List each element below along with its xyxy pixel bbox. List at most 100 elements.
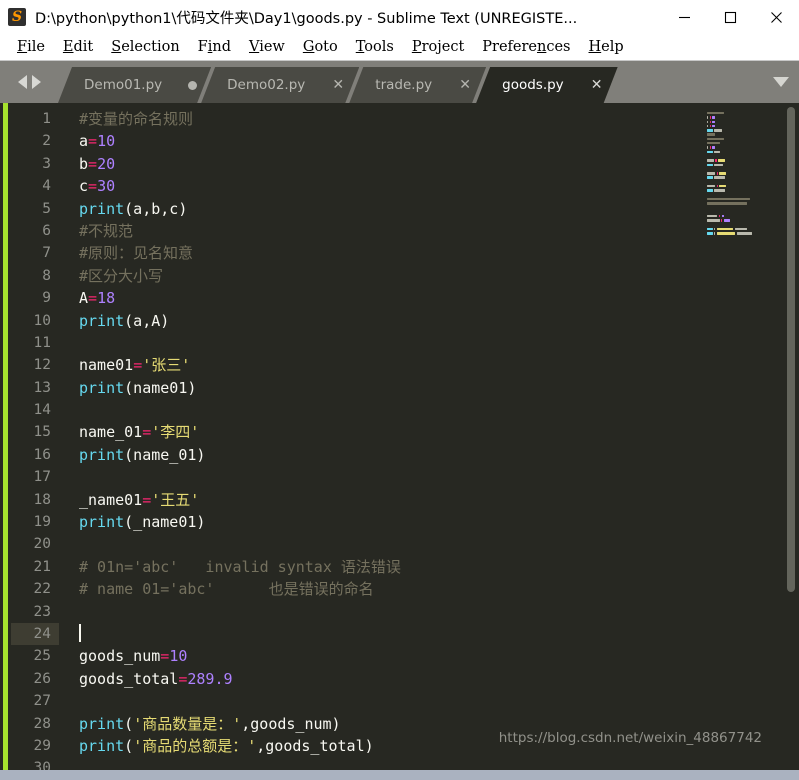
code-token: =	[88, 289, 98, 308]
code-line[interactable]: 13 print(name01)	[11, 377, 799, 399]
code-line[interactable]: 11	[11, 332, 799, 354]
menu-item-goto[interactable]: Goto	[294, 39, 347, 55]
arrow-left-icon[interactable]	[17, 75, 27, 89]
scrollbar-thumb[interactable]	[787, 107, 795, 592]
code-line[interactable]: 30	[11, 757, 799, 770]
menu-mnemonic: E	[62, 39, 74, 55]
menu-item-file[interactable]: File	[8, 39, 54, 55]
app-icon-letter: S	[11, 9, 23, 25]
code-line[interactable]: 24	[11, 622, 799, 646]
line-content: #原则：见名知意	[59, 242, 799, 264]
minimap-token	[721, 219, 723, 222]
line-content: _name01='王五'	[59, 489, 799, 511]
code-line[interactable]: 28 print('商品数量是：',goods_num)	[11, 713, 799, 735]
code-token: =	[88, 177, 98, 196]
window-title: D:\python\python1\代码文件夹\Day1\goods.py - …	[35, 10, 578, 27]
minimap-token	[709, 146, 711, 149]
tab-close-icon[interactable]: ✕	[458, 78, 472, 92]
menu-mnemonic: T	[355, 39, 365, 55]
code-line[interactable]: 16 print(name_01)	[11, 444, 799, 466]
code-line[interactable]: 21 # 01n='abc' invalid syntax 语法错误	[11, 556, 799, 578]
code-line[interactable]: 9 A=18	[11, 287, 799, 309]
tab-goods-py[interactable]: goods.py ✕	[476, 67, 618, 103]
minimap-token	[707, 172, 716, 175]
code-token: (a,A)	[124, 311, 170, 330]
code-line[interactable]: 18 _name01='王五'	[11, 489, 799, 511]
menu-item-preferences[interactable]: Preferences	[473, 39, 579, 55]
line-content	[59, 601, 799, 623]
line-number: 23	[33, 603, 51, 620]
code-line[interactable]: 2 a=10	[11, 130, 799, 152]
code-line[interactable]: 4 c=30	[11, 175, 799, 197]
tab-dirty-indicator[interactable]	[188, 80, 198, 90]
minimap-token	[712, 116, 715, 119]
minimize-icon[interactable]	[661, 0, 707, 34]
menu-item-selection[interactable]: Selection	[102, 39, 188, 55]
minimap-token	[707, 150, 713, 154]
minimap-token	[714, 189, 725, 192]
menu-item-tools[interactable]: Tools	[347, 39, 403, 55]
line-number: 13	[33, 379, 51, 396]
editor: 1 #变量的命名规则 2 a=10 3 b=20 4 c=30 5 print(a,b,c) 6 #不…	[0, 103, 799, 770]
line-content: print(name01)	[59, 377, 799, 399]
code-line[interactable]: 23	[11, 601, 799, 623]
line-content: # name 01='abc' 也是错误的命名	[59, 578, 799, 600]
code-line[interactable]: 14	[11, 399, 799, 421]
code-line[interactable]: 7 #原则：见名知意	[11, 242, 799, 264]
code-line[interactable]: 19 print(_name01)	[11, 511, 799, 533]
code-line[interactable]: 15 name_01='李四'	[11, 421, 799, 443]
minimap-token	[707, 227, 713, 231]
arrow-right-icon[interactable]	[31, 75, 41, 89]
maximize-icon[interactable]	[707, 0, 753, 34]
minimap-token	[716, 232, 736, 235]
minimap-token	[707, 176, 713, 179]
menu-item-help[interactable]: Help	[580, 39, 633, 55]
tab-nav-arrows	[0, 61, 58, 103]
code-line[interactable]: 8 #区分大小写	[11, 265, 799, 287]
minimap-token	[716, 227, 734, 231]
code-token: c	[79, 177, 89, 196]
code-line[interactable]: 29 print('商品的总额是：',goods_total)	[11, 735, 799, 757]
code-line[interactable]: 5 print(a,b,c)	[11, 198, 799, 220]
vertical-scrollbar[interactable]	[783, 103, 799, 770]
line-number: 17	[33, 469, 51, 486]
code-line[interactable]: 3 b=20	[11, 153, 799, 175]
code-line[interactable]: 10 print(a,A)	[11, 310, 799, 332]
code-token: 18	[97, 289, 116, 308]
code-line[interactable]: 12 name01='张三'	[11, 354, 799, 376]
code-line[interactable]: 20	[11, 533, 799, 555]
minimap-token	[707, 197, 750, 201]
line-content: print(_name01)	[59, 511, 799, 533]
line-content	[59, 757, 799, 770]
code-line[interactable]: 6 #不规范	[11, 220, 799, 242]
line-content: c=30	[59, 175, 799, 197]
code-view[interactable]: 1 #变量的命名规则 2 a=10 3 b=20 4 c=30 5 print(a,b,c) 6 #不…	[11, 103, 799, 770]
line-number: 21	[33, 558, 51, 575]
menu-item-find[interactable]: Find	[189, 39, 240, 55]
code-token: # 01n='abc' invalid syntax 语法错误	[79, 557, 401, 576]
close-icon[interactable]	[753, 0, 799, 34]
code-line[interactable]: 27	[11, 690, 799, 712]
tab-close-icon[interactable]: ✕	[331, 78, 345, 92]
tab-trade-py[interactable]: trade.py ✕	[349, 67, 486, 103]
tab-demo02-py[interactable]: Demo02.py ✕	[201, 67, 359, 103]
menu-item-edit[interactable]: Edit	[54, 39, 102, 55]
code-line[interactable]: 1 #变量的命名规则	[11, 108, 799, 130]
line-content: A=18	[59, 287, 799, 309]
code-token: (a,b,c)	[124, 199, 188, 218]
code-line[interactable]: 22 # name 01='abc' 也是错误的命名	[11, 578, 799, 600]
code-line[interactable]: 26 goods_total=289.9	[11, 668, 799, 690]
code-line[interactable]: 25 goods_num=10	[11, 645, 799, 667]
minimap-token	[707, 215, 718, 218]
tab-close-icon[interactable]: ✕	[590, 78, 604, 92]
code-line[interactable]: 17	[11, 466, 799, 488]
line-number: 25	[33, 648, 51, 665]
minimap[interactable]	[701, 103, 783, 770]
tab-overflow-menu-button[interactable]	[763, 61, 799, 103]
line-number: 28	[33, 715, 51, 732]
line-content: #区分大小写	[59, 265, 799, 287]
tab-demo01-py[interactable]: Demo01.py	[58, 67, 211, 103]
menu-item-project[interactable]: Project	[403, 39, 473, 55]
code-token: '张三'	[142, 356, 191, 375]
menu-item-view[interactable]: View	[240, 39, 294, 55]
